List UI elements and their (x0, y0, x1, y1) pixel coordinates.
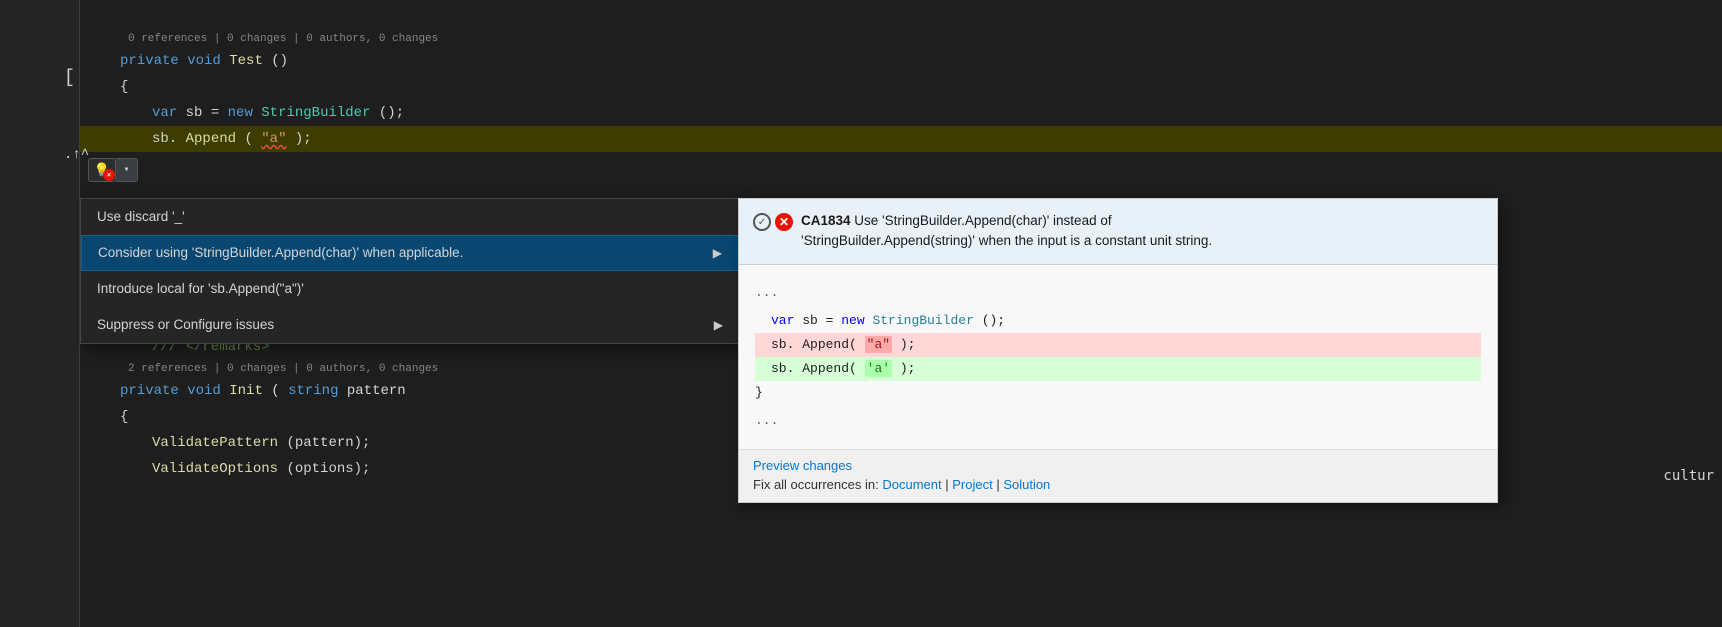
fix-all-project-link[interactable]: Project (952, 477, 992, 492)
preview-code-line-added: sb. Append( 'a' ); (755, 357, 1481, 381)
line-number-gutter (0, 0, 80, 627)
qa-item-discard[interactable]: Use discard '_' (81, 199, 739, 235)
preview-title-suffix: 'StringBuilder.Append(string)' when the … (801, 233, 1212, 248)
qa-item-introduce-local-label: Introduce local for 'sb.Append("a")' (97, 280, 304, 299)
chevron-down-icon: ▾ (123, 164, 129, 176)
code-line-84: 84 { (80, 74, 1722, 100)
preview-code-line1: var sb = new StringBuilder (); (755, 309, 1481, 333)
fix-all-document-link[interactable]: Document (882, 477, 941, 492)
preview-dots-before: ... (755, 277, 1481, 309)
fix-all-solution-link[interactable]: Solution (1003, 477, 1050, 492)
keyword-void: void (187, 53, 221, 69)
preview-header: ✓ ✕ CA1834 Use 'StringBuilder.Append(cha… (739, 199, 1497, 265)
error-badge: ✕ (103, 169, 115, 181)
preview-dots-after: ... (755, 405, 1481, 437)
preview-title-prefix: Use 'StringBuilder.Append(char)' instead… (854, 213, 1111, 228)
error-circle-icon: ✕ (775, 213, 793, 231)
code-meta-83: 0 references | 0 changes | 0 authors, 0 … (80, 30, 1722, 48)
preview-header-icons: ✓ ✕ (753, 213, 793, 231)
bracket-close-indicator: .↑^ (64, 147, 89, 163)
fn-test: Test (229, 53, 263, 69)
lightbulb-button[interactable]: 💡 ✕ (88, 158, 116, 182)
code-line-86: 86 sb. Append ( "a" ); (80, 126, 1722, 152)
keyword-private: private (120, 53, 179, 69)
lightbulb-dropdown-button[interactable]: ▾ (116, 158, 138, 182)
qa-item-suppress[interactable]: Suppress or Configure issues ▶ (81, 307, 739, 343)
removed-string-highlight: "a" (865, 336, 892, 353)
preview-panel: ✓ ✕ CA1834 Use 'StringBuilder.Append(cha… (738, 198, 1498, 503)
check-circle-icon: ✓ (753, 213, 771, 231)
bracket-indicator: [ (64, 68, 75, 88)
added-string-highlight: 'a' (865, 360, 892, 377)
qa-item-introduce-local[interactable]: Introduce local for 'sb.Append("a")' (81, 271, 739, 307)
preview-code-block: ... var sb = new StringBuilder (); sb. A… (739, 265, 1497, 449)
fix-all-prefix: Fix all occurrences in: (753, 477, 879, 492)
preview-title: CA1834 Use 'StringBuilder.Append(char)' … (801, 211, 1212, 252)
preview-code-closing: } (755, 381, 1481, 405)
rule-id: CA1834 (801, 213, 851, 228)
qa-item-suppress-label: Suppress or Configure issues (97, 316, 274, 335)
submenu-arrow-icon: ▶ (713, 245, 722, 262)
fix-all-line: Fix all occurrences in: Document | Proje… (753, 477, 1483, 492)
code-line-85: 85 var sb = new StringBuilder (); (80, 100, 1722, 126)
code-line-83: 83 ⊟ private void Test () (80, 48, 1722, 74)
preview-code-line-removed: sb. Append( "a" ); (755, 333, 1481, 357)
submenu-arrow-suppress-icon: ▶ (714, 317, 723, 334)
qa-item-stringbuilder-label: Consider using 'StringBuilder.Append(cha… (98, 244, 463, 263)
code-continuation-right: cultur (1663, 468, 1714, 484)
qa-item-stringbuilder[interactable]: Consider using 'StringBuilder.Append(cha… (81, 235, 739, 271)
quick-actions-menu: Use discard '_' Consider using 'StringBu… (80, 198, 740, 344)
preview-changes-button[interactable]: Preview changes (753, 458, 1483, 473)
code-gap (80, 152, 1722, 178)
preview-footer: Preview changes Fix all occurrences in: … (739, 449, 1497, 502)
qa-item-discard-label: Use discard '_' (97, 208, 185, 227)
